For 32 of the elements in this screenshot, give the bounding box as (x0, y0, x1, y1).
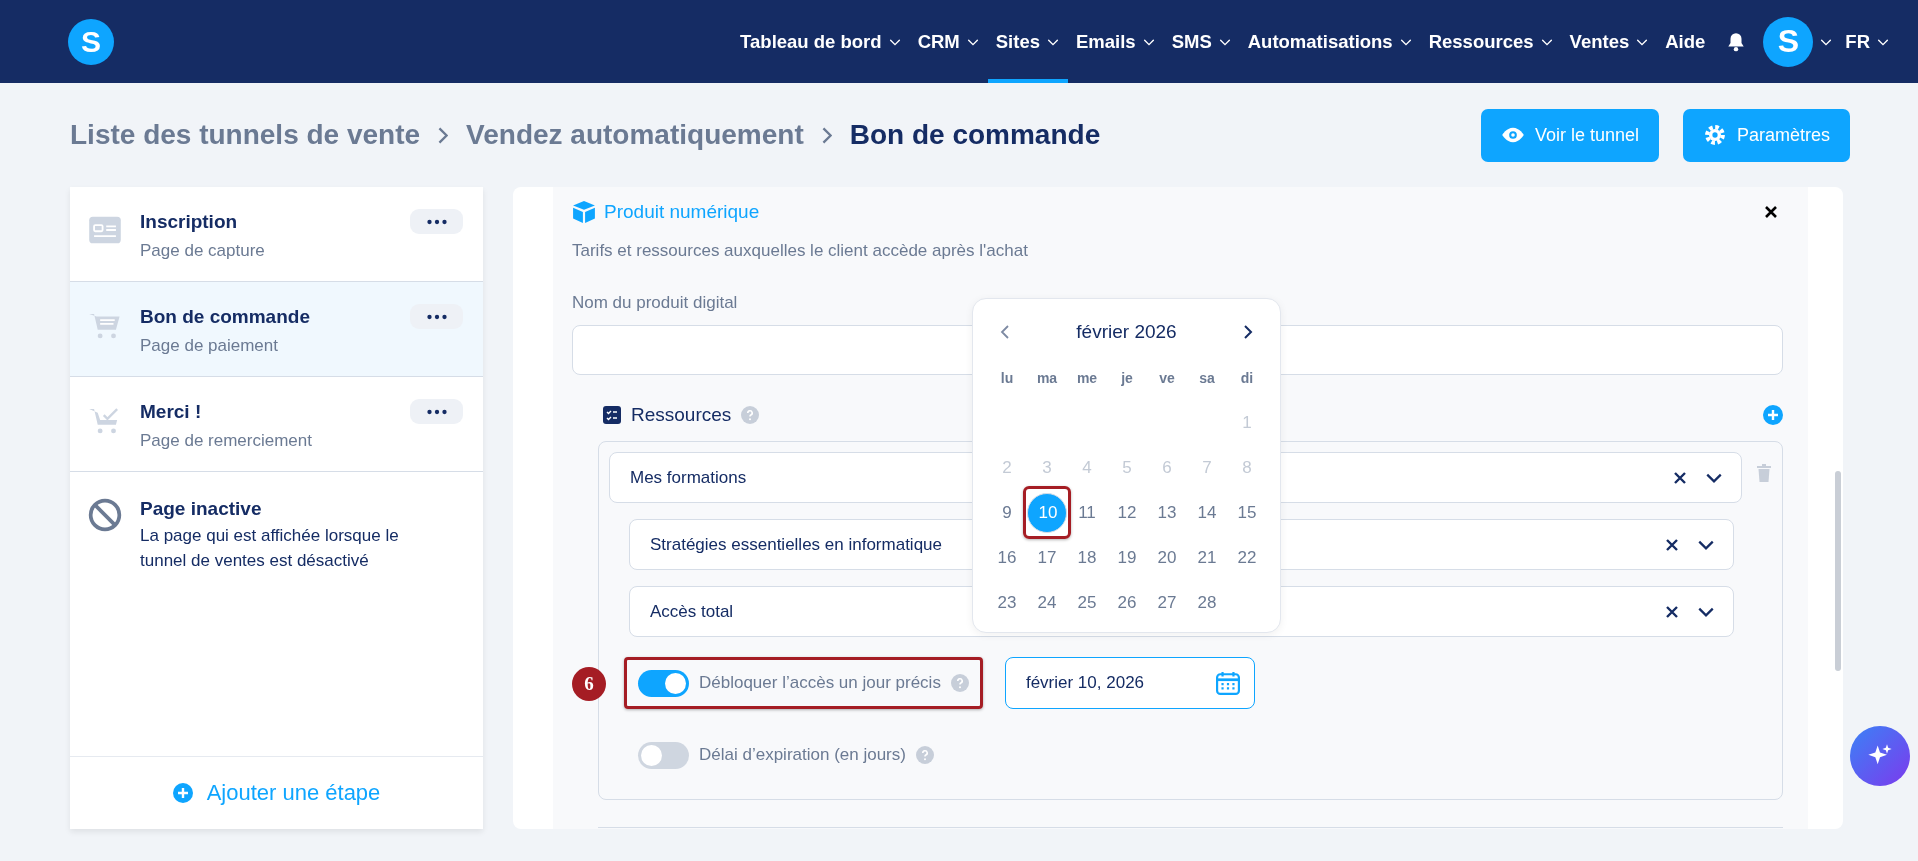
calendar-day: 1 (1227, 402, 1267, 443)
step-subtitle: Page de remerciement (140, 431, 313, 451)
calendar-day: 2 (987, 447, 1027, 488)
weekday-label: di (1239, 368, 1255, 388)
toggle-label: Débloquer l’accès un jour précis (699, 673, 941, 693)
calendar-day: 5 (1107, 447, 1147, 488)
inactive-description: La page qui est affichée lorsque le tunnel de ventes est désactivé (140, 525, 400, 572)
weekday-label: je (1120, 368, 1134, 388)
weekday-label: ve (1158, 368, 1176, 388)
calendar-day: 3 (1027, 447, 1067, 488)
breadcrumb-item: Bon de commande (849, 119, 1101, 151)
calendar-day: 6 (1147, 447, 1187, 488)
calendar-day: 7 (1187, 447, 1227, 488)
weekday-label: me (1075, 368, 1099, 388)
step-title: Merci ! (140, 401, 203, 423)
field-label: Nom du produit digital (572, 293, 739, 313)
resources-title: Ressources (631, 404, 732, 426)
step-badge: 6 (572, 667, 606, 701)
step-subtitle: Page de paiement (140, 336, 279, 356)
step-subtitle: Page de capture (140, 241, 266, 261)
section-description: Tarifs et ressources auxquelles le client accède après l'achat (572, 241, 1029, 261)
inactive-title: Page inactive (140, 498, 263, 520)
step-title: Bon de commande (140, 306, 311, 328)
toggle-label: Délai d’expiration (en jours) (699, 745, 906, 765)
weekday-label: lu (999, 368, 1015, 388)
weekday-label: ma (1035, 368, 1059, 388)
weekday-label: sa (1198, 368, 1216, 388)
step-title: Inscription (140, 211, 239, 233)
calendar-day: 8 (1227, 447, 1267, 488)
month-title: février 2026 (1076, 321, 1177, 343)
section-title: Produit numérique (604, 201, 760, 223)
calendar-day: 4 (1067, 447, 1107, 488)
